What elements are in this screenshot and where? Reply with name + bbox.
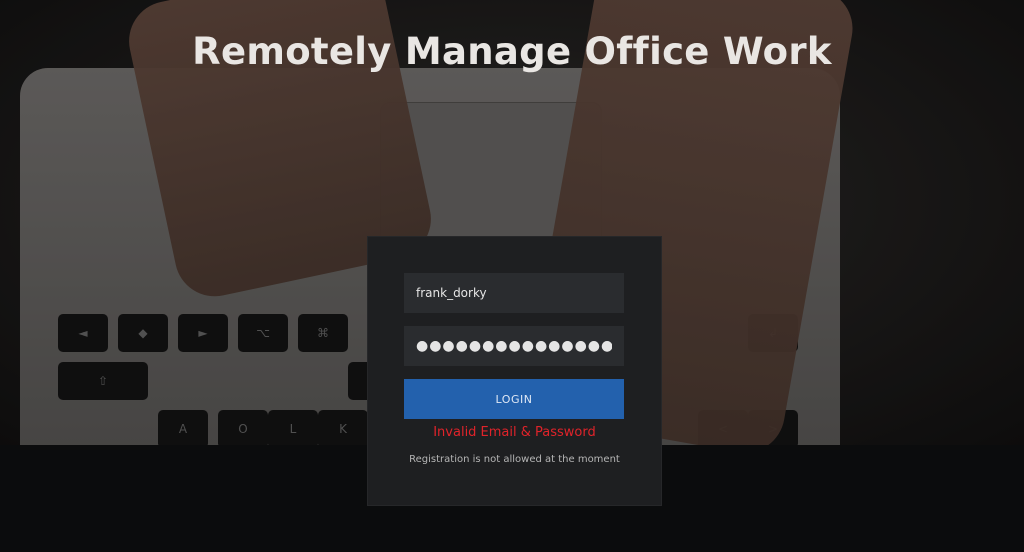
page-title: Remotely Manage Office Work: [192, 30, 832, 73]
password-field[interactable]: [404, 326, 624, 366]
login-card: LOGIN Invalid Email & Password Registrat…: [368, 237, 661, 505]
login-button[interactable]: LOGIN: [404, 379, 624, 419]
error-message: Invalid Email & Password: [433, 425, 596, 440]
username-field[interactable]: [404, 273, 624, 313]
registration-note: Registration is not allowed at the momen…: [409, 454, 620, 465]
